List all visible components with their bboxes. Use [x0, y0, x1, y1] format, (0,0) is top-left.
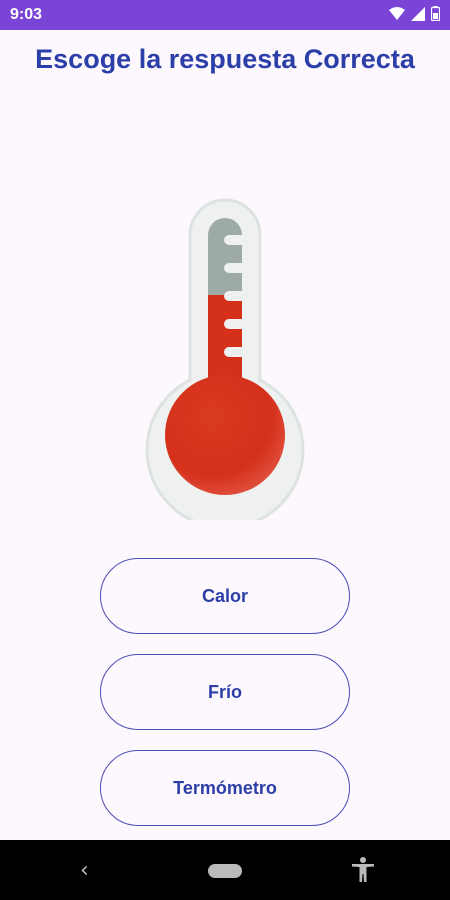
page-title: Escoge la respuesta Correcta — [35, 44, 415, 74]
battery-icon — [431, 6, 440, 21]
home-icon[interactable] — [208, 864, 242, 878]
signal-icon — [411, 6, 425, 21]
option-button-termometro[interactable]: Termómetro — [100, 750, 350, 826]
back-icon[interactable]: ‹ — [80, 858, 89, 883]
accessibility-icon[interactable] — [352, 857, 374, 883]
status-time: 9:03 — [10, 6, 43, 23]
option-button-frio[interactable]: Frío — [100, 654, 350, 730]
option-label: Frío — [208, 681, 242, 702]
option-button-calor[interactable]: Calor — [100, 558, 350, 634]
thermometer-bulb — [165, 375, 285, 495]
option-label: Termómetro — [173, 777, 277, 798]
status-bar: 9:03 — [0, 0, 450, 30]
wifi-icon — [389, 6, 405, 20]
option-label: Calor — [201, 585, 248, 606]
status-icons — [389, 6, 440, 21]
thermometer-tube-empty — [208, 218, 242, 295]
thermometer-icon — [145, 198, 305, 520]
navigation-bar: ‹ — [0, 840, 450, 900]
